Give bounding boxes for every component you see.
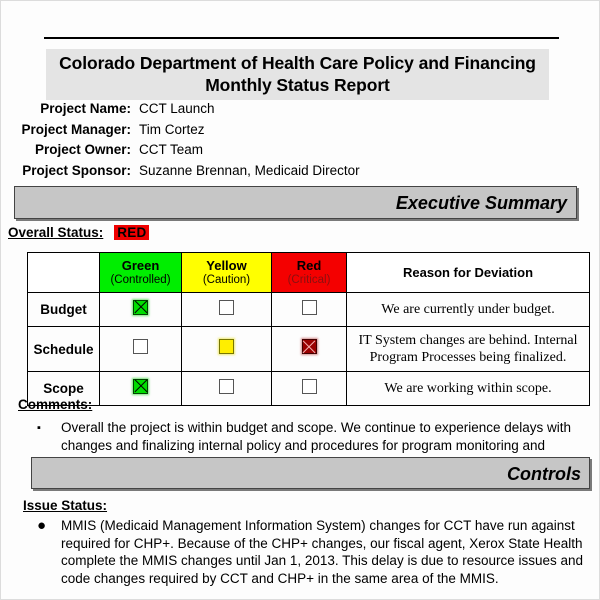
header-red-sub: (Critical) — [287, 273, 331, 286]
executive-summary-section-bar: Executive Summary — [14, 186, 577, 219]
overall-status: Overall Status: RED — [8, 225, 150, 240]
project-manager-value: Tim Cortez — [139, 121, 205, 137]
schedule-green-cell[interactable] — [99, 326, 182, 372]
controls-section-bar: Controls — [31, 457, 590, 489]
status-table: Green (Controlled) Yellow (Caution) Red … — [27, 252, 590, 406]
issue-status-text: MMIS (Medicaid Management Information Sy… — [61, 518, 584, 586]
checkbox-checked-icon[interactable] — [133, 378, 148, 394]
overall-status-badge: RED — [114, 225, 150, 240]
header-red: Red (Critical) — [271, 252, 347, 293]
document-title-line-1: Colorado Department of Health Care Polic… — [59, 53, 536, 73]
header-yellow: Yellow (Caution) — [181, 252, 272, 293]
budget-yellow-cell[interactable] — [181, 292, 272, 327]
schedule-red-cell[interactable] — [271, 326, 347, 372]
checkbox-empty-icon[interactable] — [219, 299, 234, 315]
document-title: Colorado Department of Health Care Polic… — [46, 49, 549, 100]
scope-reason: We are working within scope. — [346, 371, 590, 406]
project-name-value: CCT Launch — [139, 101, 215, 116]
project-sponsor-value: Suzanne Brennan, Medicaid Director — [139, 162, 360, 178]
schedule-reason: IT System changes are behind. Internal P… — [346, 326, 590, 372]
document-title-line-2: Monthly Status Report — [205, 75, 390, 95]
header-red-title: Red — [296, 257, 322, 273]
header-yellow-sub: (Caution) — [202, 273, 251, 286]
checkbox-empty-icon[interactable] — [219, 378, 234, 394]
status-report-page: Colorado Department of Health Care Polic… — [0, 0, 600, 600]
issue-status-list-item: ● MMIS (Medicaid Management Information … — [31, 517, 586, 587]
checkbox-empty-icon[interactable] — [133, 339, 148, 354]
checkbox-checked-icon[interactable] — [301, 339, 317, 354]
project-owner-value: CCT Team — [139, 142, 204, 157]
schedule-yellow-cell[interactable] — [181, 326, 272, 372]
budget-green-cell[interactable] — [99, 292, 182, 327]
comments-heading: Comments: — [18, 397, 93, 412]
checkbox-checked-icon[interactable] — [133, 299, 148, 315]
overall-status-label: Overall Status: — [8, 225, 104, 240]
issue-status-heading: Issue Status: — [23, 498, 108, 513]
checkbox-empty-icon[interactable] — [301, 378, 317, 394]
round-bullet-icon: ● — [37, 517, 47, 534]
project-manager-label: Project Manager: — [21, 121, 131, 137]
scope-green-cell[interactable] — [99, 371, 182, 406]
scope-red-cell[interactable] — [271, 371, 347, 406]
budget-reason: We are currently under budget. — [346, 292, 590, 327]
scope-yellow-cell[interactable] — [181, 371, 272, 406]
status-table-header-row: Green (Controlled) Yellow (Caution) Red … — [27, 252, 590, 293]
header-reason-for-deviation: Reason for Deviation — [346, 252, 590, 293]
checkbox-filled-icon[interactable] — [219, 339, 234, 354]
project-name-row: Project Name: CCT Launch — [1, 99, 471, 120]
project-details: Project Name: CCT Launch Project Manager… — [1, 99, 471, 181]
project-owner-row: Project Owner: CCT Team — [1, 140, 471, 161]
header-green: Green (Controlled) — [99, 252, 182, 293]
budget-red-cell[interactable] — [271, 292, 347, 327]
header-green-title: Green — [121, 257, 160, 273]
header-blank-cell — [27, 252, 100, 293]
project-owner-label: Project Owner: — [34, 142, 131, 157]
table-row: Scope We are working within scope. — [27, 371, 590, 406]
checkbox-empty-icon[interactable] — [301, 299, 317, 315]
project-sponsor-label: Project Sponsor: — [22, 162, 131, 178]
row-label-budget: Budget — [27, 292, 100, 327]
table-row: Schedule IT System changes are behind. I… — [27, 326, 590, 372]
header-divider-rule — [44, 37, 559, 39]
project-manager-row: Project Manager: Tim Cortez — [1, 120, 471, 141]
table-row: Budget We are currently under budget. — [27, 292, 590, 327]
project-name-label: Project Name: — [40, 101, 131, 116]
header-green-sub: (Controlled) — [110, 273, 171, 286]
project-sponsor-row: Project Sponsor: Suzanne Brennan, Medica… — [1, 161, 471, 182]
header-yellow-title: Yellow — [206, 257, 247, 273]
row-label-schedule: Schedule — [27, 326, 100, 372]
